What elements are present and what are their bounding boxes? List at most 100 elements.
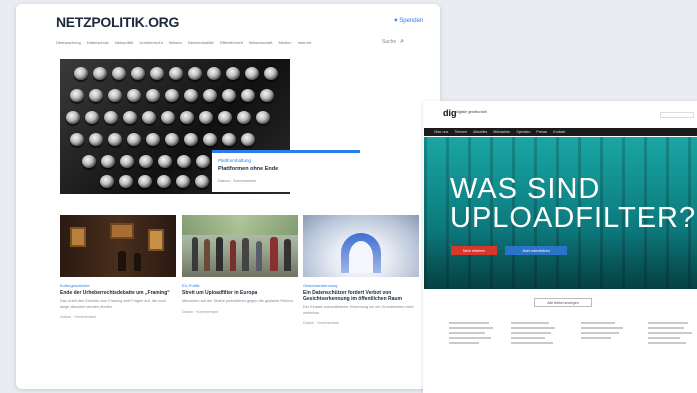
teaser-excerpt: Das Urteil des Gerichts zum Framing wirf… xyxy=(60,299,167,309)
typewriter-key xyxy=(93,67,107,80)
typewriter-key xyxy=(195,175,209,188)
teaser-title[interactable]: Ein Datenschützer fordert Verbot von Ges… xyxy=(303,290,419,302)
typewriter-key xyxy=(123,111,137,124)
typewriter-key xyxy=(207,67,221,80)
dig-headline-line2: UPLOADFILTER? xyxy=(450,202,697,234)
dig-nav-item[interactable]: Spenden xyxy=(516,130,530,134)
typewriter-key xyxy=(100,175,114,188)
teaser-image-protest xyxy=(182,215,298,277)
dig-nav-item[interactable]: Über uns xyxy=(434,130,448,134)
search-label: Suche xyxy=(382,39,397,45)
typewriter-key xyxy=(226,67,240,80)
teaser-card[interactable]: Gesichtserkennung Ein Datenschützer ford… xyxy=(303,215,419,325)
spenden-link[interactable]: ♥ Spenden xyxy=(394,18,423,24)
dig-all-articles-button[interactable]: Alle Artikel anzeigen xyxy=(534,298,592,307)
nav-item[interactable]: Wissen xyxy=(169,40,182,48)
teaser-image-tunnel xyxy=(303,215,419,277)
typewriter-key xyxy=(112,67,126,80)
dig-logo[interactable]: dig xyxy=(443,108,457,118)
typewriter-key xyxy=(158,155,172,168)
nav-item[interactable]: Öffentlichkeit xyxy=(220,40,243,48)
typewriter-key xyxy=(222,89,236,102)
dig-nav-item[interactable]: Mitmachen xyxy=(493,130,510,134)
dig-footer-column xyxy=(511,322,557,347)
typewriter-key xyxy=(264,67,278,80)
typewriter-key xyxy=(184,89,198,102)
typewriter-key xyxy=(127,133,141,146)
teaser-title[interactable]: Ende der Urheberrechtsdebatte um „Framin… xyxy=(60,290,176,296)
typewriter-key xyxy=(169,67,183,80)
typewriter-key xyxy=(184,133,198,146)
typewriter-key xyxy=(245,67,259,80)
nav-item[interactable]: Wissenschaft xyxy=(249,40,273,48)
dig-red-button[interactable]: Mehr erfahren xyxy=(451,246,497,255)
typewriter-key xyxy=(82,155,96,168)
typewriter-key xyxy=(196,155,210,168)
search-icon[interactable]: ⌕ xyxy=(400,38,404,45)
dig-nav-item[interactable]: Kontakt xyxy=(553,130,565,134)
logo-org-text: ORG xyxy=(148,14,180,30)
dig-hero-banner: WAS SIND UPLOADFILTER? xyxy=(424,137,697,289)
main-navigation: Überwachung Datenschutz Netzpolitik Urheber… xyxy=(56,40,416,48)
teaser-kicker: Kulturgeschichte xyxy=(60,283,90,288)
typewriter-key xyxy=(70,133,84,146)
typewriter-key xyxy=(70,89,84,102)
dig-nav-item[interactable]: Themen xyxy=(454,130,467,134)
dig-footer-column xyxy=(581,322,627,342)
dig-nav-item[interactable]: Aktuelles xyxy=(473,130,487,134)
typewriter-key xyxy=(66,111,80,124)
nav-item[interactable]: Datenschutz xyxy=(87,40,109,48)
typewriter-key xyxy=(85,111,99,124)
hero-article-card[interactable]: Plattformhaftung Plattformen ohne Ende D… xyxy=(212,150,360,192)
nav-item[interactable]: Überwachung xyxy=(56,40,81,48)
nav-item[interactable]: Urheberrecht xyxy=(139,40,162,48)
dig-logo-subtitle: digitale gesellschaft xyxy=(456,110,487,114)
dig-search-input[interactable] xyxy=(660,112,694,118)
nav-item[interactable]: Medien xyxy=(279,40,292,48)
typewriter-key xyxy=(180,111,194,124)
dig-footer-column xyxy=(449,322,495,347)
dig-blue-button[interactable]: Jetzt unterstützen xyxy=(505,246,567,255)
typewriter-key xyxy=(165,133,179,146)
typewriter-key xyxy=(131,67,145,80)
typewriter-key xyxy=(203,89,217,102)
teaser-title[interactable]: Streit um Uploadfilter in Europa xyxy=(182,290,298,296)
typewriter-key xyxy=(101,155,115,168)
typewriter-key xyxy=(74,67,88,80)
typewriter-key xyxy=(119,175,133,188)
typewriter-key xyxy=(127,89,141,102)
typewriter-key xyxy=(176,175,190,188)
typewriter-key xyxy=(237,111,251,124)
typewriter-key xyxy=(260,89,274,102)
dig-headline-line1: WAS SIND xyxy=(450,173,601,205)
typewriter-key xyxy=(161,111,175,124)
typewriter-key xyxy=(177,155,191,168)
teaser-meta: Datum · Kommentare xyxy=(303,321,340,325)
hero-kicker: Plattformhaftung xyxy=(218,158,252,163)
typewriter-key xyxy=(256,111,270,124)
hero-meta: Datum · Kommentare xyxy=(218,178,257,183)
typewriter-key xyxy=(104,111,118,124)
netzpolitik-screenshot-card: NETZPOLITIK.ORG ♥ Spenden Überwachung Dat… xyxy=(16,4,440,389)
search-area[interactable]: Suche ⌕ xyxy=(382,38,404,46)
hero-title[interactable]: Plattformen ohne Ende xyxy=(218,166,354,172)
teaser-kicker: EU-Politik xyxy=(182,283,200,288)
teaser-image-museum xyxy=(60,215,176,277)
teaser-card[interactable]: EU-Politik Streit um Uploadfilter in Eur… xyxy=(182,215,298,314)
typewriter-key xyxy=(150,67,164,80)
nav-item[interactable]: Internet xyxy=(298,40,312,48)
nav-item[interactable]: Netzneutralität xyxy=(188,40,214,48)
typewriter-key xyxy=(89,89,103,102)
typewriter-key xyxy=(146,89,160,102)
netzpolitik-logo[interactable]: NETZPOLITIK.ORG xyxy=(56,14,179,30)
teaser-meta: Datum · Kommentare xyxy=(182,309,219,314)
typewriter-key xyxy=(108,133,122,146)
teaser-card[interactable]: Kulturgeschichte Ende der Urheberrechtsd… xyxy=(60,215,176,319)
typewriter-key xyxy=(142,111,156,124)
teaser-meta: Datum · Kommentare xyxy=(60,315,97,319)
dig-nav-item[interactable]: Presse xyxy=(536,130,547,134)
typewriter-key xyxy=(138,175,152,188)
typewriter-key xyxy=(120,155,134,168)
nav-item[interactable]: Netzpolitik xyxy=(115,40,133,48)
teaser-excerpt: Der Einsatz automatisierter Erkennung se… xyxy=(303,305,414,315)
